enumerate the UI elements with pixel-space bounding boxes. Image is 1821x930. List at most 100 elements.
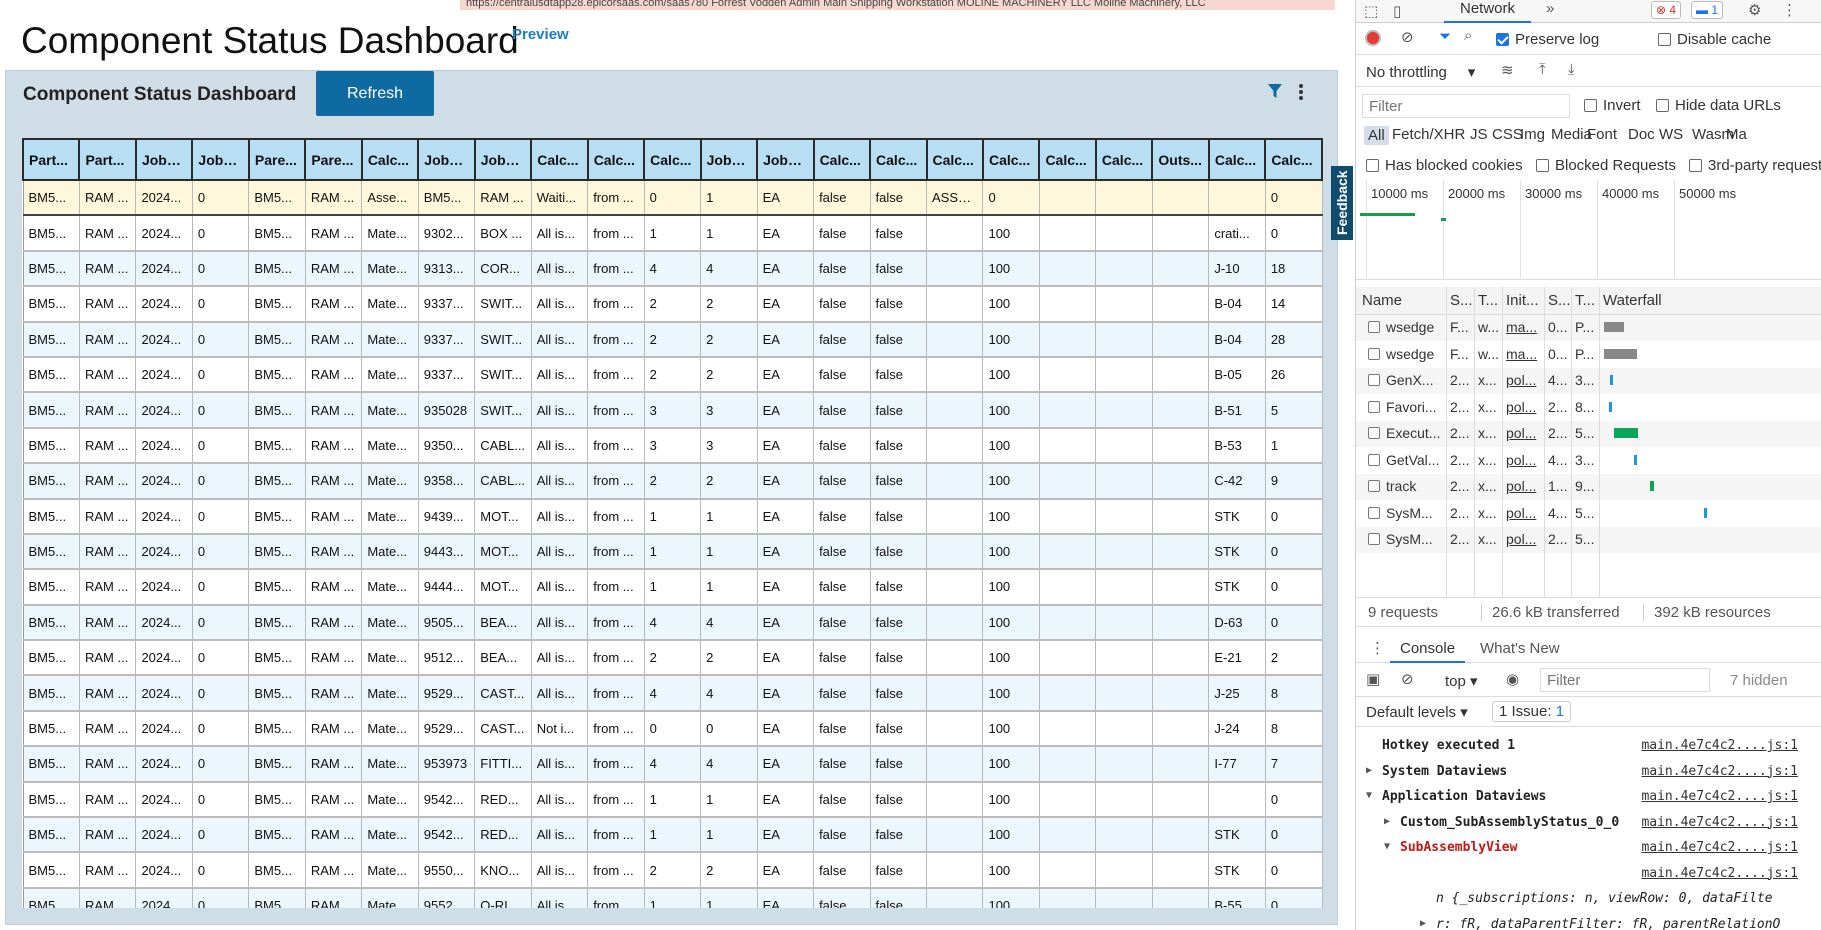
table-cell[interactable]: RAM ... <box>304 178 363 217</box>
table-cell[interactable] <box>1151 887 1210 908</box>
table-cell[interactable] <box>1208 781 1266 819</box>
table-cell[interactable]: 0 <box>1264 781 1323 819</box>
table-cell[interactable]: 2024... <box>135 533 193 571</box>
table-cell[interactable]: Mate... <box>361 639 419 677</box>
table-cell[interactable]: Mate... <box>361 462 419 500</box>
table-cell[interactable]: EA <box>756 533 815 571</box>
table-cell[interactable] <box>925 214 984 252</box>
console-source-link[interactable]: main.4e7c4c2....js:1 <box>1641 738 1798 753</box>
sidebar-toggle-icon[interactable]: ▣ <box>1366 670 1380 688</box>
table-cell[interactable] <box>1151 250 1210 288</box>
table-cell[interactable]: BM5... <box>22 214 80 252</box>
table-cell[interactable]: 9439... <box>417 498 476 535</box>
table-cell[interactable]: 0 <box>191 639 250 677</box>
table-cell[interactable] <box>1095 321 1153 358</box>
table-cell[interactable]: EA <box>756 178 815 217</box>
table-cell[interactable]: 0 <box>1264 214 1323 252</box>
table-cell[interactable] <box>1038 356 1097 394</box>
table-cell[interactable]: RAM ... <box>304 604 363 642</box>
table-cell[interactable]: 9443... <box>417 533 476 571</box>
table-cell[interactable]: 4 <box>643 250 702 288</box>
table-cell[interactable]: 0 <box>191 285 250 323</box>
table-cell[interactable]: 9542... <box>417 781 476 819</box>
table-cell[interactable]: false <box>813 710 871 748</box>
table-cell[interactable]: from ... <box>587 427 645 465</box>
table-cell[interactable]: 9542... <box>417 816 476 854</box>
table-cell[interactable]: false <box>813 851 871 889</box>
table-cell[interactable]: B-05 <box>1208 356 1266 394</box>
table-cell[interactable]: All is... <box>530 533 589 571</box>
console-source-link[interactable]: main.4e7c4c2....js:1 <box>1641 789 1798 804</box>
table-cell[interactable] <box>1095 745 1153 783</box>
default-levels-select[interactable]: Default levels ▾ <box>1366 703 1468 721</box>
table-cell[interactable]: RAM ... <box>304 214 363 252</box>
table-cell[interactable]: O-RI... <box>474 887 532 908</box>
table-cell[interactable] <box>1151 321 1210 358</box>
table-cell[interactable]: false <box>813 462 871 500</box>
table-cell[interactable]: 100 <box>982 604 1040 642</box>
table-cell[interactable] <box>1038 214 1097 252</box>
tab-network[interactable]: Network <box>1444 0 1532 23</box>
table-row[interactable]: BM5... RAM ... 2024... 0 BM5... RAM ... Mate..… <box>22 745 1323 783</box>
table-cell[interactable]: false <box>869 674 928 712</box>
table-cell[interactable]: 100 <box>982 321 1040 358</box>
table-cell[interactable]: 2024... <box>135 745 193 783</box>
table-cell[interactable]: All is... <box>530 604 589 642</box>
table-cell[interactable]: from ... <box>587 214 645 252</box>
table-cell[interactable]: BM5... <box>22 710 80 748</box>
table-cell[interactable]: 0 <box>191 356 250 394</box>
table-cell[interactable]: BM5... <box>248 604 306 642</box>
table-cell[interactable]: 2024... <box>135 887 193 908</box>
table-cell[interactable] <box>1151 214 1210 252</box>
table-cell[interactable] <box>925 710 984 748</box>
table-row[interactable]: BM5... RAM ... 2024... 0 BM5... RAM ... Asse..… <box>22 178 1323 217</box>
table-cell[interactable]: 2 <box>643 851 702 889</box>
preview-link[interactable]: Preview <box>512 26 569 43</box>
table-cell[interactable]: SWIT... <box>474 285 532 323</box>
network-filter-input[interactable] <box>1362 94 1570 118</box>
table-row[interactable]: BM5... RAM ... 2024... 0 BM5... RAM ... Mate..… <box>22 533 1323 571</box>
table-cell[interactable]: false <box>869 604 928 642</box>
table-cell[interactable]: EA <box>756 781 815 819</box>
table-cell[interactable]: BM5... <box>248 285 306 323</box>
request-row[interactable]: SysM... 2... x... pol... 2... 5... <box>1356 527 1821 553</box>
table-cell[interactable]: 100 <box>982 285 1040 323</box>
table-cell[interactable]: BM5... <box>248 781 306 819</box>
collapsed-arrow-icon[interactable]: ▶ <box>1420 918 1426 929</box>
table-row[interactable]: BM5... RAM ... 2024... 0 BM5... RAM ... Mate..… <box>22 781 1323 819</box>
table-cell[interactable]: EA <box>756 639 815 677</box>
table-cell[interactable]: STK <box>1208 816 1266 854</box>
column-header[interactable]: Calc... <box>530 138 589 181</box>
table-cell[interactable]: false <box>869 391 928 429</box>
table-cell[interactable]: All is... <box>530 214 589 252</box>
table-row[interactable]: BM5... RAM ... 2024... 0 BM5... RAM ... Mate..… <box>22 710 1323 748</box>
table-cell[interactable]: 2 <box>700 462 758 500</box>
table-cell[interactable]: 0 <box>700 710 758 748</box>
table-cell[interactable]: KNO... <box>474 851 532 889</box>
table-cell[interactable] <box>1151 816 1210 854</box>
table-cell[interactable]: 1 <box>643 214 702 252</box>
table-cell[interactable]: 9529... <box>417 710 476 748</box>
table-cell[interactable]: BM5... <box>248 568 306 606</box>
table-cell[interactable]: false <box>813 604 871 642</box>
table-cell[interactable]: BM5... <box>248 214 306 252</box>
table-cell[interactable] <box>1095 674 1153 712</box>
table-cell[interactable]: 3 <box>643 427 702 465</box>
table-cell[interactable]: J-24 <box>1208 710 1266 748</box>
table-cell[interactable]: RAM ... <box>304 250 363 288</box>
search-icon[interactable]: ⌕ <box>1464 27 1472 44</box>
table-cell[interactable]: 8 <box>1264 674 1323 712</box>
table-cell[interactable] <box>1151 498 1210 535</box>
table-cell[interactable] <box>1095 639 1153 677</box>
import-har-icon[interactable]: ⤒ <box>1539 61 1546 78</box>
table-cell[interactable]: 0 <box>191 321 250 358</box>
column-header[interactable]: Calc... <box>586 138 646 181</box>
table-cell[interactable]: 100 <box>982 710 1040 748</box>
table-cell[interactable]: from ... <box>587 533 645 571</box>
table-cell[interactable]: BM5... <box>22 498 80 535</box>
request-initiator[interactable]: pol... <box>1506 452 1542 468</box>
table-cell[interactable] <box>1095 250 1153 288</box>
table-cell[interactable]: CABL... <box>474 462 532 500</box>
table-cell[interactable]: All is... <box>530 639 589 677</box>
expanded-arrow-icon[interactable]: ▼ <box>1384 841 1390 852</box>
